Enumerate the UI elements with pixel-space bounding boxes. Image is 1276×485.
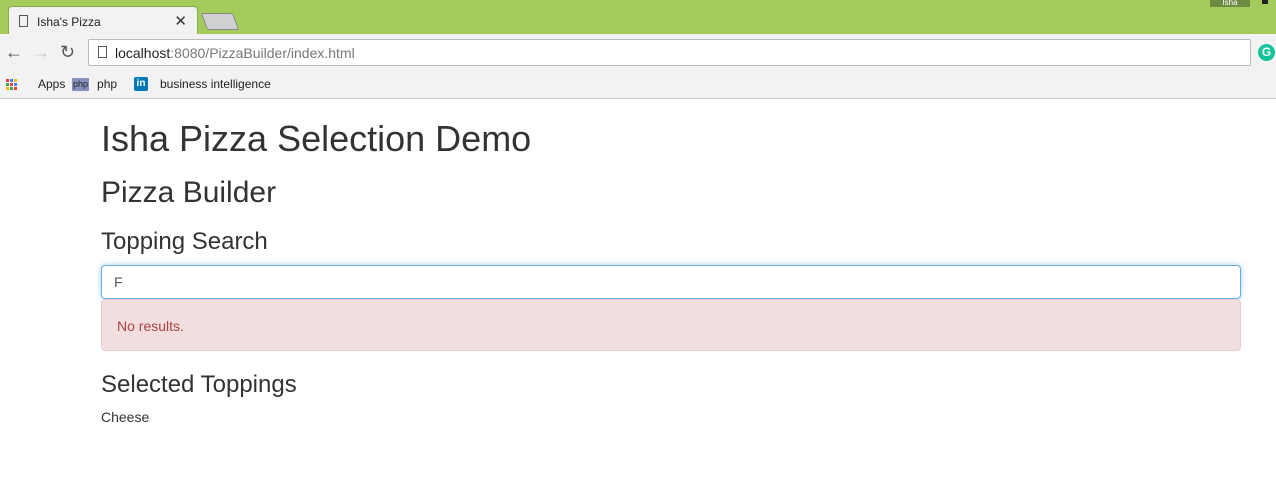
selected-toppings-heading: Selected Toppings	[101, 371, 297, 398]
reload-icon[interactable]: ↻	[60, 42, 75, 63]
bookmark-label: Apps	[38, 77, 66, 91]
browser-toolbar: ← → ↻ localhost:8080/PizzaBuilder/index.…	[0, 34, 1276, 70]
bookmarks-bar: Apps php php in business intelligence	[0, 70, 1276, 99]
minimize-icon[interactable]	[1262, 0, 1268, 4]
tab-bar: Isha's Pizza ✕ Isha	[0, 0, 1276, 35]
grammarly-icon[interactable]: G	[1258, 44, 1275, 61]
url-host: localhost	[115, 45, 171, 61]
php-icon: php	[72, 77, 90, 91]
user-profile-badge[interactable]: Isha	[1210, 0, 1250, 7]
page-content: Isha Pizza Selection Demo Pizza Builder …	[101, 99, 1241, 425]
url-path: :8080/PizzaBuilder/index.html	[170, 45, 355, 61]
page-title: Isha Pizza Selection Demo	[101, 118, 532, 159]
new-tab-button[interactable]	[200, 13, 240, 30]
bookmark-label: business intelligence	[160, 77, 271, 91]
no-results-alert: No results.	[101, 299, 1241, 351]
page-info-icon	[98, 46, 107, 58]
bookmark-business-intelligence[interactable]: in business intelligence	[134, 77, 271, 91]
forward-icon[interactable]: →	[32, 42, 50, 63]
apps-grid-icon	[6, 78, 17, 90]
topping-search-input[interactable]	[101, 265, 1241, 299]
browser-tab[interactable]: Isha's Pizza ✕	[8, 6, 198, 35]
address-bar[interactable]: localhost:8080/PizzaBuilder/index.html	[88, 39, 1251, 66]
bookmark-label: php	[97, 77, 118, 91]
selected-topping-item: Cheese	[101, 409, 150, 425]
page-icon	[19, 15, 28, 27]
tab-title: Isha's Pizza	[37, 15, 101, 29]
back-icon[interactable]: ←	[5, 42, 23, 63]
bookmark-apps[interactable]: Apps	[6, 77, 65, 91]
linkedin-icon: in	[134, 77, 148, 91]
close-tab-icon[interactable]: ✕	[174, 12, 187, 30]
topping-search-heading: Topping Search	[101, 228, 268, 255]
section-title: Pizza Builder	[101, 176, 277, 209]
bookmark-php[interactable]: php php	[72, 77, 117, 91]
